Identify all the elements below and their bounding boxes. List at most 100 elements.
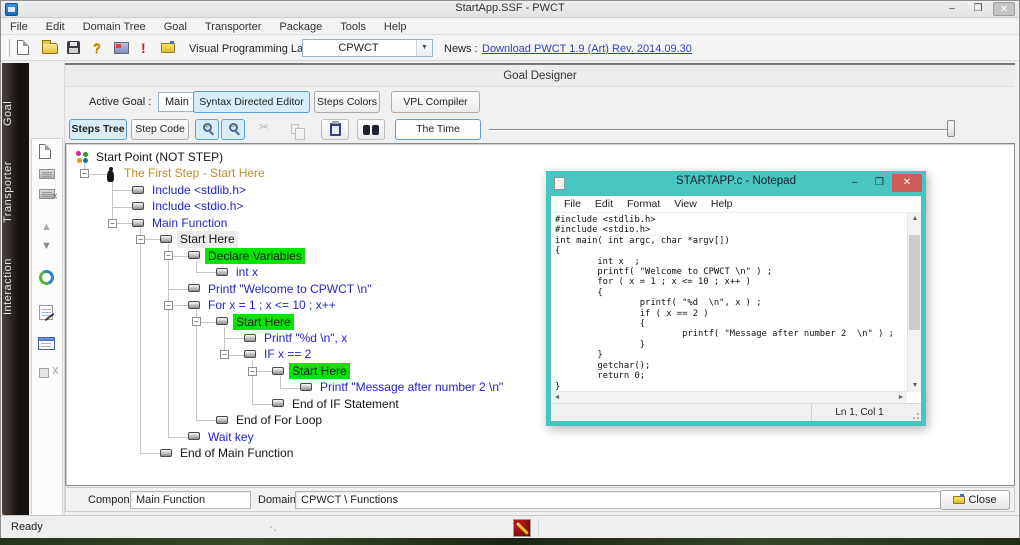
time-machine-button[interactable]: The Time Machine — [395, 119, 481, 140]
tree-node-label[interactable]: Include <stdlib.h> — [149, 182, 249, 198]
menu-package[interactable]: Package — [270, 21, 331, 33]
keyboard-delete-icon[interactable]: ✕ — [39, 189, 55, 199]
tab-step-code[interactable]: Step Code — [131, 119, 189, 140]
tree-node-label[interactable]: Start Here — [177, 231, 238, 247]
edit-interaction-icon[interactable] — [39, 305, 53, 320]
new-file-icon[interactable] — [17, 40, 35, 56]
open-file-icon[interactable] — [42, 40, 60, 56]
tree-node-label[interactable]: Start Here — [233, 314, 294, 330]
save-icon[interactable] — [67, 40, 85, 56]
menu-tools[interactable]: Tools — [331, 21, 375, 33]
pencil-status-icon — [513, 519, 531, 537]
component-field[interactable]: Main Function — [130, 491, 251, 509]
notepad-menu-help[interactable]: Help — [704, 198, 740, 210]
notepad-menu-format[interactable]: Format — [620, 198, 667, 210]
notepad-minimize-button[interactable]: – — [842, 174, 867, 192]
step-icon — [160, 449, 172, 457]
step-icon — [272, 367, 284, 375]
tree-node-label[interactable]: Start Point (NOT STEP) — [93, 149, 226, 165]
sidebar-tab-goal[interactable]: Goal — [2, 91, 29, 135]
move-down-icon[interactable]: ▼ — [41, 240, 52, 252]
tree-expand-toggle[interactable]: − — [164, 301, 173, 310]
tree-node-label[interactable]: End of Main Function — [177, 445, 296, 461]
copy-icon — [281, 119, 309, 140]
notepad-close-button[interactable]: ✕ — [892, 174, 922, 192]
screenshot-icon[interactable] — [114, 40, 132, 56]
tree-node-label[interactable]: The First Step - Start Here — [121, 165, 268, 181]
menu-transporter[interactable]: Transporter — [196, 21, 270, 33]
refresh-icon[interactable] — [39, 270, 54, 285]
notepad-vertical-scrollbar[interactable]: ▲ ▼ — [907, 213, 921, 392]
news-download-link[interactable]: Download PWCT 1.9 (Art) Rev. 2014.09.30 — [482, 43, 692, 55]
notepad-menu-file[interactable]: File — [557, 198, 588, 210]
menu-file[interactable]: File — [1, 21, 37, 33]
maximize-button[interactable]: ❐ — [967, 2, 989, 16]
tree-expand-toggle[interactable]: − — [192, 317, 201, 326]
tab-steps-tree[interactable]: Steps Tree — [69, 119, 127, 140]
find-icon[interactable] — [357, 119, 385, 140]
tree-node-label[interactable]: Printf "Welcome to CPWCT \n" — [205, 281, 374, 297]
notepad-vscroll-thumb[interactable] — [909, 235, 920, 330]
scroll-right-icon[interactable]: ► — [895, 392, 907, 403]
close-button[interactable]: ✕ — [993, 2, 1015, 16]
notepad-menu-view[interactable]: View — [667, 198, 704, 210]
new-step-icon[interactable] — [39, 144, 51, 159]
tree-expand-toggle[interactable]: − — [108, 219, 117, 228]
steps-colors-button[interactable]: Steps Colors — [314, 91, 380, 113]
tree-size-slider-thumb[interactable] — [947, 120, 955, 137]
help-icon[interactable]: ? — [93, 40, 111, 56]
menu-domain-tree[interactable]: Domain Tree — [74, 21, 155, 33]
vpl-combobox[interactable]: CPWCT ▼ — [302, 39, 433, 57]
step-icon — [188, 251, 200, 259]
zoom-out-icon[interactable]: − — [221, 119, 245, 140]
tree-expand-toggle[interactable]: − — [220, 350, 229, 359]
tree-node-label[interactable]: Wait key — [205, 429, 257, 445]
form-designer-icon[interactable] — [38, 337, 55, 350]
keyboard-icon[interactable] — [39, 169, 55, 179]
tree-node-label[interactable]: Declare Variables — [205, 248, 305, 264]
tree-node-label[interactable]: End of IF Statement — [289, 396, 402, 412]
tree-node-label[interactable]: Printf "%d \n", x — [261, 330, 350, 346]
run-icon[interactable]: ! — [141, 40, 159, 56]
move-up-icon[interactable]: ▲ — [41, 221, 52, 233]
tree-node-label[interactable]: For x = 1 ; x <= 10 ; x++ — [205, 297, 339, 313]
syntax-directed-editor-button[interactable]: Syntax Directed Editor — [193, 91, 310, 113]
menu-edit[interactable]: Edit — [37, 21, 74, 33]
notepad-horizontal-scrollbar[interactable]: ◄ ► — [551, 392, 907, 403]
sidebar-tab-transporter[interactable]: Transporter — [2, 151, 29, 233]
notepad-text-area[interactable]: #include <stdlib.h> #include <stdio.h> i… — [551, 213, 921, 392]
tree-node-label[interactable]: Main Function — [149, 215, 230, 231]
tree-node-label[interactable]: End of For Loop — [233, 412, 325, 428]
start-point-icon — [76, 151, 89, 164]
checkbox-x-icon[interactable]: X — [39, 368, 49, 378]
tree-expand-toggle[interactable]: − — [248, 367, 257, 376]
paste-icon[interactable] — [321, 119, 349, 140]
domain-field[interactable]: CPWCT \ Functions — [295, 491, 941, 509]
scroll-left-icon[interactable]: ◄ — [551, 392, 563, 403]
sidebar-tab-interaction[interactable]: Interaction — [2, 249, 29, 325]
notepad-menu-edit[interactable]: Edit — [588, 198, 620, 210]
folder-icon[interactable] — [161, 40, 179, 56]
tree-expand-toggle[interactable]: − — [164, 251, 173, 260]
step-icon — [160, 235, 172, 243]
scroll-up-icon[interactable]: ▲ — [908, 213, 922, 225]
chevron-down-icon[interactable]: ▼ — [416, 40, 432, 56]
step-icon — [216, 317, 228, 325]
tree-node-label[interactable]: Include <stdio.h> — [149, 198, 246, 214]
tree-node-label[interactable]: Printf "Message after number 2 \n" — [317, 379, 506, 395]
zoom-in-icon[interactable]: + — [195, 119, 219, 140]
tree-node-label[interactable]: Start Here — [289, 363, 350, 379]
notepad-resize-grip[interactable] — [910, 410, 920, 420]
minimize-button[interactable]: – — [941, 2, 963, 16]
tree-expand-toggle[interactable]: − — [80, 169, 89, 178]
tree-node-label[interactable]: int x — [233, 264, 261, 280]
menu-help[interactable]: Help — [375, 21, 416, 33]
vpl-compiler-button[interactable]: VPL Compiler — [391, 91, 480, 113]
menu-goal[interactable]: Goal — [155, 21, 196, 33]
notepad-maximize-button[interactable]: ❐ — [867, 174, 892, 192]
tree-node-label[interactable]: IF x == 2 — [261, 346, 314, 362]
goal-designer-header: Goal Designer — [65, 63, 1015, 87]
scroll-down-icon[interactable]: ▼ — [908, 380, 922, 392]
close-goal-button[interactable]: Close — [940, 490, 1010, 510]
tree-expand-toggle[interactable]: − — [136, 235, 145, 244]
